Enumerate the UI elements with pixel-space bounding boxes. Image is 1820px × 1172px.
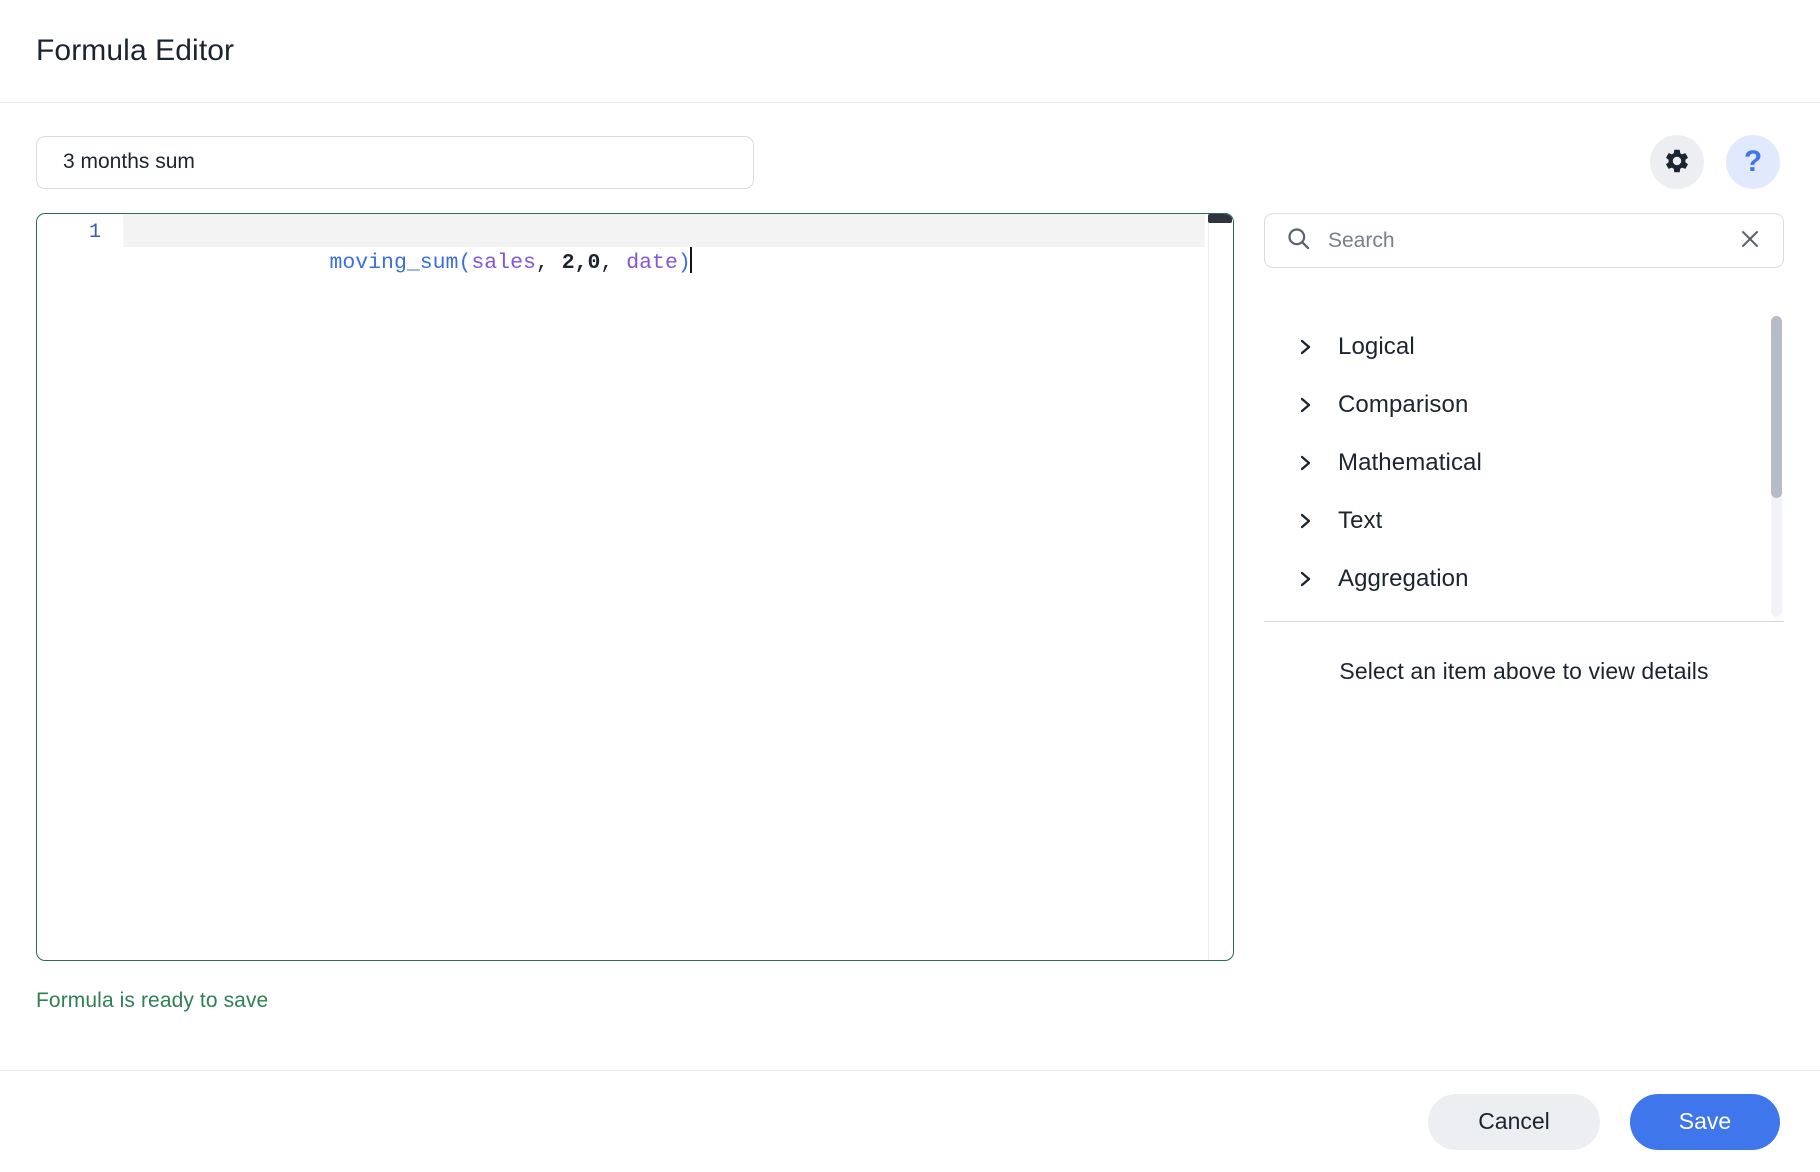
save-button[interactable]: Save: [1630, 1093, 1780, 1150]
category-list: Logical Comparison Mathematical Text Agg…: [1264, 302, 1784, 608]
category-label: Logical: [1338, 333, 1415, 360]
category-item-comparison[interactable]: Comparison: [1264, 376, 1756, 434]
token-separator-1: ,: [535, 251, 562, 275]
category-label: Comparison: [1338, 391, 1469, 418]
token-field-date: date: [626, 251, 678, 275]
details-placeholder: Select an item above to view details: [1339, 658, 1709, 684]
category-item-text[interactable]: Text: [1264, 492, 1756, 550]
page-title: Formula Editor: [36, 34, 235, 67]
code-line: 1 moving_sum(sales, 2,0, date): [37, 214, 1233, 275]
cancel-button[interactable]: Cancel: [1428, 1093, 1600, 1150]
settings-button[interactable]: [1650, 135, 1704, 189]
clear-search-button[interactable]: [1735, 226, 1765, 256]
formula-code-editor[interactable]: 1 moving_sum(sales, 2,0, date): [36, 213, 1234, 961]
category-list-scrollbar[interactable]: [1771, 316, 1782, 617]
search-icon: [1285, 225, 1312, 257]
header-actions: ?: [1650, 135, 1780, 189]
chevron-right-icon: [1298, 337, 1314, 357]
category-item-logical[interactable]: Logical: [1264, 318, 1756, 376]
category-label: Aggregation: [1338, 565, 1469, 592]
search-input[interactable]: [1328, 228, 1719, 253]
formula-editor-dialog: Formula Editor ?: [0, 0, 1820, 1172]
close-icon: [1738, 227, 1762, 254]
editor-column: 1 moving_sum(sales, 2,0, date) Formula i…: [36, 213, 1234, 1070]
editor-vertical-rule: [1208, 214, 1209, 960]
editor-and-browser: 1 moving_sum(sales, 2,0, date) Formula i…: [36, 213, 1784, 1070]
formula-text[interactable]: moving_sum(sales, 2,0, date): [123, 219, 1233, 305]
line-number: 1: [88, 221, 101, 244]
toolbar-row: ?: [36, 103, 1784, 189]
chevron-right-icon: [1298, 395, 1314, 415]
formula-name-input[interactable]: [36, 135, 754, 189]
question-mark-icon: ?: [1743, 145, 1763, 178]
function-browser: Logical Comparison: [1264, 213, 1784, 1070]
category-label: Mathematical: [1338, 449, 1482, 476]
code-text-wrap: moving_sum(sales, 2,0, date): [123, 214, 1233, 305]
help-button[interactable]: ?: [1726, 135, 1780, 189]
gear-icon: [1663, 147, 1691, 178]
dialog-footer: Cancel Save: [0, 1070, 1820, 1172]
category-item-aggregation[interactable]: Aggregation: [1264, 550, 1756, 608]
category-panel: Logical Comparison Mathematical Text Agg…: [1264, 302, 1784, 622]
category-item-mathematical[interactable]: Mathematical: [1264, 434, 1756, 492]
dialog-body: ? 1 moving_sum(sales, 2,0, date): [0, 103, 1820, 1070]
token-number: 2,0: [561, 251, 601, 275]
text-caret: [689, 247, 692, 273]
search-box[interactable]: [1264, 213, 1784, 268]
dialog-header: Formula Editor: [0, 0, 1820, 103]
chevron-right-icon: [1298, 569, 1314, 589]
status-message: Formula is ready to save: [36, 989, 269, 1012]
chevron-right-icon: [1298, 453, 1314, 473]
chevron-right-icon: [1298, 511, 1314, 531]
token-separator-2: ,: [600, 251, 627, 275]
token-function: moving_sum: [329, 251, 459, 275]
token-open-paren: (: [458, 251, 472, 275]
category-label: Text: [1338, 507, 1383, 534]
scrollbar-thumb[interactable]: [1771, 316, 1782, 498]
token-field-sales: sales: [471, 251, 536, 275]
